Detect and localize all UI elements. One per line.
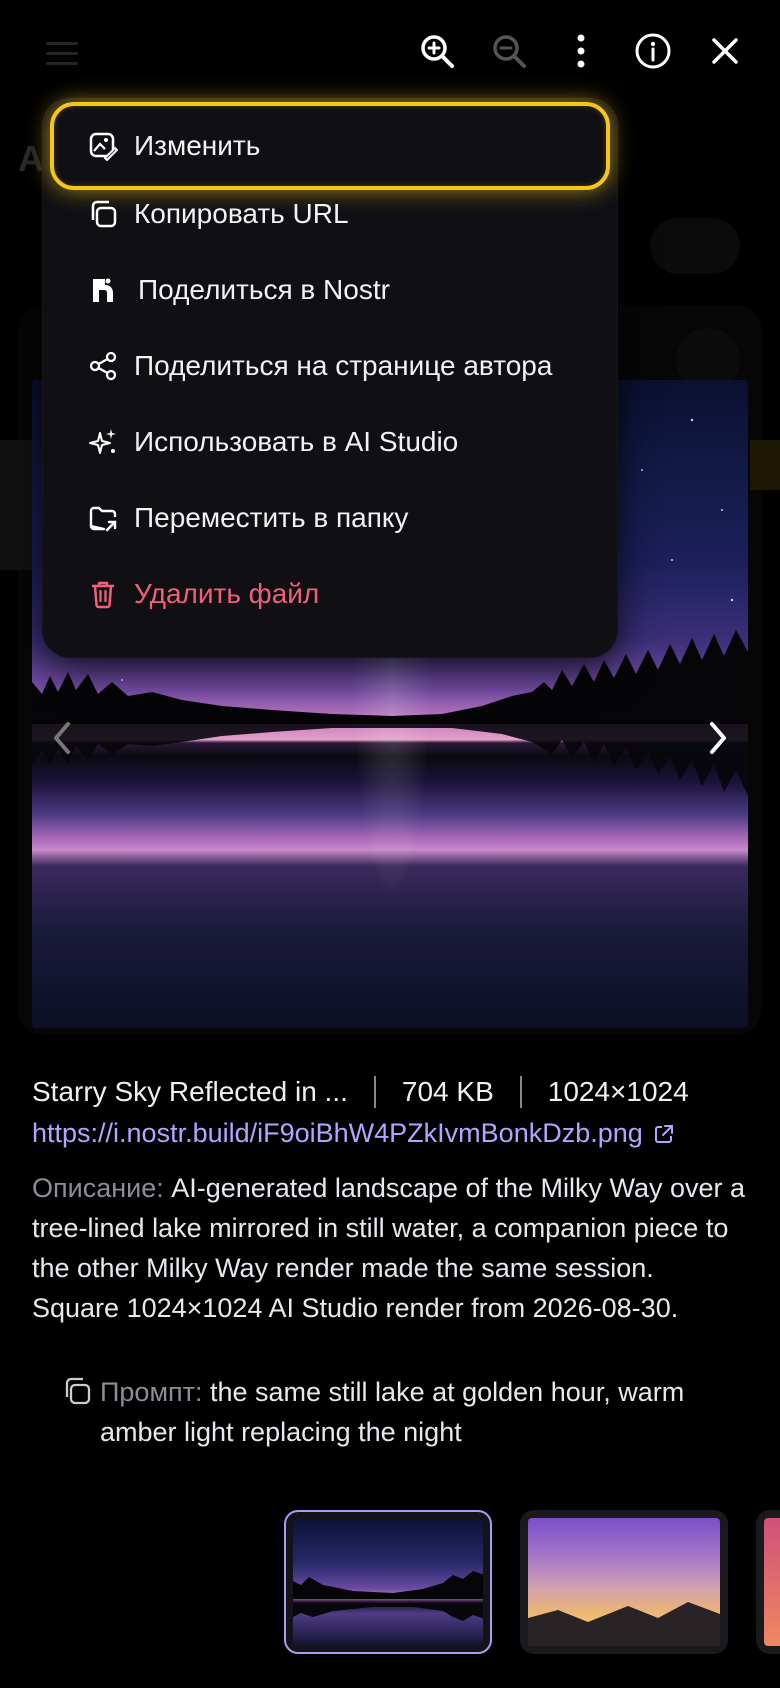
description-label: Описание: [32, 1173, 164, 1203]
background-strip [0, 440, 34, 570]
file-size: 704 KB [401, 1076, 494, 1107]
external-link-icon [654, 1124, 673, 1143]
close-button[interactable] [698, 24, 752, 78]
prompt-block: Промпт: the same still lake at golden ho… [62, 1372, 752, 1452]
copy-icon [86, 197, 120, 231]
thumbnail-image [528, 1518, 720, 1646]
menu-item-label: Удалить файл [134, 578, 320, 609]
file-description: Описание: AI-generated landscape of the … [32, 1168, 748, 1328]
zoom-out-icon [493, 35, 526, 68]
menu-item-share-nostr[interactable]: Поделиться в Nostr [50, 252, 610, 328]
previous-arrow-icon[interactable] [42, 712, 82, 764]
close-icon [712, 38, 738, 64]
menu-item-label: Изменить [134, 130, 261, 161]
info-icon [635, 33, 671, 69]
share-icon [86, 349, 120, 383]
file-info-row: Starry Sky Reflected in ... 704 KB 1024×… [32, 1070, 748, 1114]
divider [519, 1076, 522, 1108]
next-arrow-icon[interactable] [698, 712, 738, 764]
trash-icon [86, 577, 120, 611]
nostr-icon [86, 273, 120, 307]
menu-item-label: Поделиться на странице автора [134, 350, 553, 381]
thumbnail-partial[interactable] [756, 1510, 780, 1654]
divider [373, 1076, 376, 1108]
edit-image-icon [86, 129, 120, 163]
file-dimensions: 1024×1024 [547, 1076, 689, 1107]
background-strip [750, 440, 780, 490]
more-options-button[interactable] [554, 24, 608, 78]
file-url-link[interactable]: https://i.nostr.build/iF9oiBhW4PZkIvmBon… [32, 1118, 675, 1149]
thumbnail-image [764, 1518, 780, 1646]
prompt-label: Промпт: [100, 1377, 203, 1407]
menu-item-label: Поделиться в Nostr [138, 274, 390, 305]
prompt-text-block: Промпт: the same still lake at golden ho… [100, 1372, 752, 1452]
thumbnail[interactable] [520, 1510, 728, 1654]
more-vertical-icon [577, 34, 585, 68]
menu-item-use-in-ai-studio[interactable]: Использовать в AI Studio [50, 404, 610, 480]
zoom-in-icon [421, 35, 454, 68]
thumbnail-active[interactable] [284, 1510, 492, 1654]
folder-move-icon [86, 501, 120, 535]
lightbox-toolbar [410, 24, 780, 80]
menu-item-label: Использовать в AI Studio [134, 426, 459, 457]
file-title: Starry Sky Reflected in ... [32, 1076, 348, 1107]
context-menu: Изменить Копировать URL Поделиться в Nos… [42, 98, 618, 658]
menu-item-move-to-folder[interactable]: Переместить в папку [50, 480, 610, 556]
info-button[interactable] [626, 24, 680, 78]
menu-item-copy-url[interactable]: Копировать URL [50, 176, 610, 252]
background-title: A [18, 138, 44, 179]
file-url-text: https://i.nostr.build/iF9oiBhW4PZkIvmBon… [32, 1118, 643, 1148]
sparkles-icon [86, 425, 120, 459]
zoom-in-button[interactable] [410, 24, 464, 78]
menu-item-label: Копировать URL [134, 198, 349, 229]
menu-item-delete-file[interactable]: Удалить файл [50, 556, 610, 632]
hamburger-menu-icon [46, 42, 78, 66]
copy-prompt-icon[interactable] [62, 1376, 92, 1408]
menu-item-label: Переместить в папку [134, 502, 409, 533]
thumbnail-image [293, 1519, 483, 1645]
zoom-out-button[interactable] [482, 24, 536, 78]
view-toggle-button [650, 218, 740, 274]
menu-item-share-author-page[interactable]: Поделиться на странице автора [50, 328, 610, 404]
